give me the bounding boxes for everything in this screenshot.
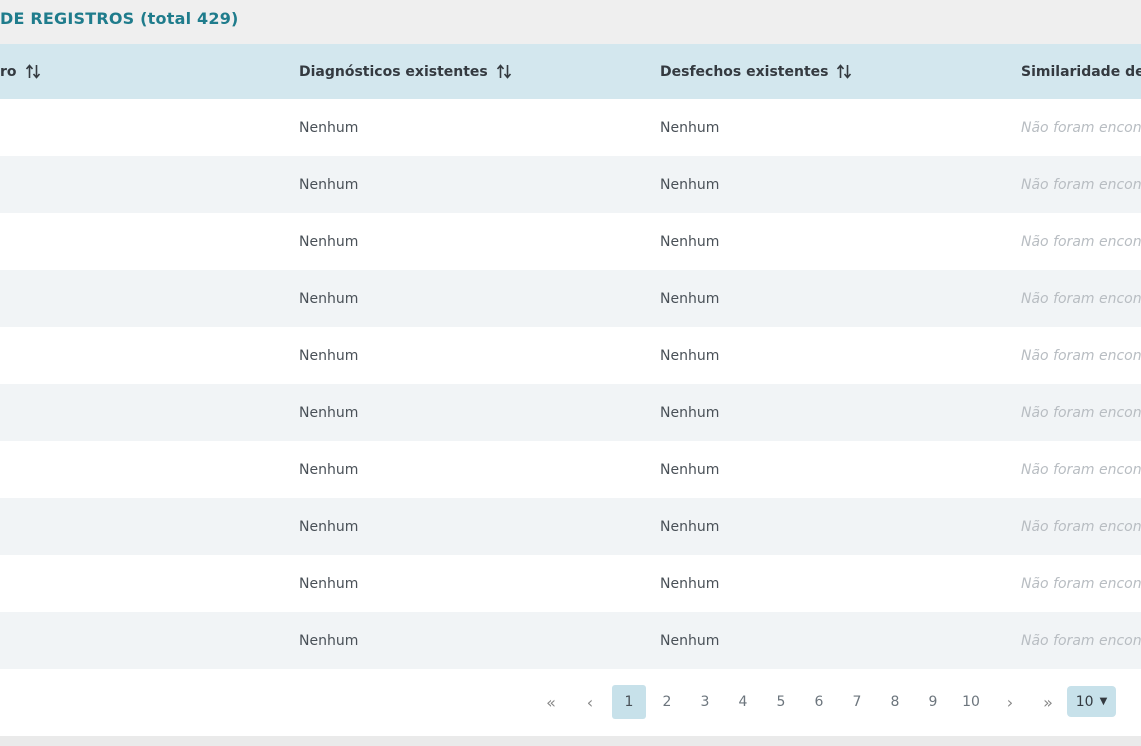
column-header-label: Desfechos existentes: [660, 63, 829, 80]
rows-per-page-value: 10: [1075, 693, 1094, 710]
chevron-down-icon: ▼: [1099, 696, 1108, 707]
double-chevron-left-icon: «: [546, 692, 556, 712]
table-header: ro Diagnósticos existentes Desfechos exi…: [0, 44, 1141, 99]
cell-similaridade: Não foram encontr: [1021, 404, 1141, 421]
cell-similaridade: Não foram encontr: [1021, 575, 1141, 592]
cell-desfechos: Nenhum: [660, 119, 720, 136]
cell-desfechos: Nenhum: [660, 290, 720, 307]
bottom-strip: [0, 736, 1141, 746]
cell-diagnosticos: Nenhum: [299, 347, 359, 364]
column-header-desfechos[interactable]: Desfechos existentes: [660, 44, 853, 99]
page-button-5[interactable]: 5: [764, 685, 798, 719]
page-button-3[interactable]: 3: [688, 685, 722, 719]
cell-desfechos: Nenhum: [660, 461, 720, 478]
sort-icon[interactable]: [25, 63, 42, 80]
cell-diagnosticos: Nenhum: [299, 632, 359, 649]
cell-similaridade: Não foram encontr: [1021, 176, 1141, 193]
next-page-button[interactable]: ›: [993, 685, 1027, 719]
page-button-10[interactable]: 10: [954, 685, 988, 719]
cell-diagnosticos: Nenhum: [299, 404, 359, 421]
table-row[interactable]: Nenhum Nenhum Não foram encontr: [0, 213, 1141, 270]
sort-icon[interactable]: [496, 63, 513, 80]
cell-similaridade: Não foram encontr: [1021, 518, 1141, 535]
cell-desfechos: Nenhum: [660, 575, 720, 592]
records-table: ro Diagnósticos existentes Desfechos exi…: [0, 44, 1141, 669]
column-header-label: ro: [0, 63, 17, 80]
column-header-diagnosticos[interactable]: Diagnósticos existentes: [299, 44, 513, 99]
table-body: Nenhum Nenhum Não foram encontr Nenhum N…: [0, 99, 1141, 669]
table-row[interactable]: Nenhum Nenhum Não foram encontr: [0, 270, 1141, 327]
cell-desfechos: Nenhum: [660, 632, 720, 649]
cell-diagnosticos: Nenhum: [299, 176, 359, 193]
prev-page-button[interactable]: ‹: [573, 685, 607, 719]
page-button-7[interactable]: 7: [840, 685, 874, 719]
double-chevron-right-icon: »: [1043, 692, 1053, 712]
chevron-right-icon: ›: [1006, 692, 1014, 712]
page-button-1[interactable]: 1: [612, 685, 646, 719]
table-row[interactable]: Nenhum Nenhum Não foram encontr: [0, 384, 1141, 441]
cell-diagnosticos: Nenhum: [299, 233, 359, 250]
cell-similaridade: Não foram encontr: [1021, 290, 1141, 307]
page-title: DE REGISTROS (total 429): [0, 9, 239, 28]
cell-diagnosticos: Nenhum: [299, 518, 359, 535]
cell-desfechos: Nenhum: [660, 176, 720, 193]
paginator: « ‹ 1 2 3 4 5 6 7 8 9 10 › » 10 ▼: [0, 669, 1141, 736]
page-button-9[interactable]: 9: [916, 685, 950, 719]
cell-diagnosticos: Nenhum: [299, 290, 359, 307]
cell-diagnosticos: Nenhum: [299, 575, 359, 592]
cell-desfechos: Nenhum: [660, 518, 720, 535]
cell-similaridade: Não foram encontr: [1021, 347, 1141, 364]
page-button-4[interactable]: 4: [726, 685, 760, 719]
page-button-8[interactable]: 8: [878, 685, 912, 719]
cell-similaridade: Não foram encontr: [1021, 461, 1141, 478]
cell-similaridade: Não foram encontr: [1021, 233, 1141, 250]
table-row[interactable]: Nenhum Nenhum Não foram encontr: [0, 156, 1141, 213]
table-row[interactable]: Nenhum Nenhum Não foram encontr: [0, 327, 1141, 384]
cell-desfechos: Nenhum: [660, 233, 720, 250]
page-button-2[interactable]: 2: [650, 685, 684, 719]
last-page-button[interactable]: »: [1031, 685, 1065, 719]
title-bar: DE REGISTROS (total 429): [0, 0, 1141, 44]
chevron-left-icon: ‹: [586, 692, 594, 712]
cell-desfechos: Nenhum: [660, 404, 720, 421]
sort-icon[interactable]: [836, 63, 853, 80]
table-row[interactable]: Nenhum Nenhum Não foram encontr: [0, 498, 1141, 555]
cell-similaridade: Não foram encontr: [1021, 119, 1141, 136]
table-row[interactable]: Nenhum Nenhum Não foram encontr: [0, 441, 1141, 498]
table-row[interactable]: Nenhum Nenhum Não foram encontr: [0, 555, 1141, 612]
column-header-registro[interactable]: ro: [0, 44, 42, 99]
cell-diagnosticos: Nenhum: [299, 461, 359, 478]
first-page-button[interactable]: «: [534, 685, 568, 719]
page-button-6[interactable]: 6: [802, 685, 836, 719]
cell-diagnosticos: Nenhum: [299, 119, 359, 136]
column-header-similaridade[interactable]: Similaridade de r: [1021, 44, 1141, 99]
rows-per-page-select[interactable]: 10 ▼: [1067, 686, 1116, 717]
cell-desfechos: Nenhum: [660, 347, 720, 364]
column-header-label: Diagnósticos existentes: [299, 63, 488, 80]
table-row[interactable]: Nenhum Nenhum Não foram encontr: [0, 612, 1141, 669]
column-header-label: Similaridade de r: [1021, 63, 1141, 80]
table-row[interactable]: Nenhum Nenhum Não foram encontr: [0, 99, 1141, 156]
cell-similaridade: Não foram encontr: [1021, 632, 1141, 649]
